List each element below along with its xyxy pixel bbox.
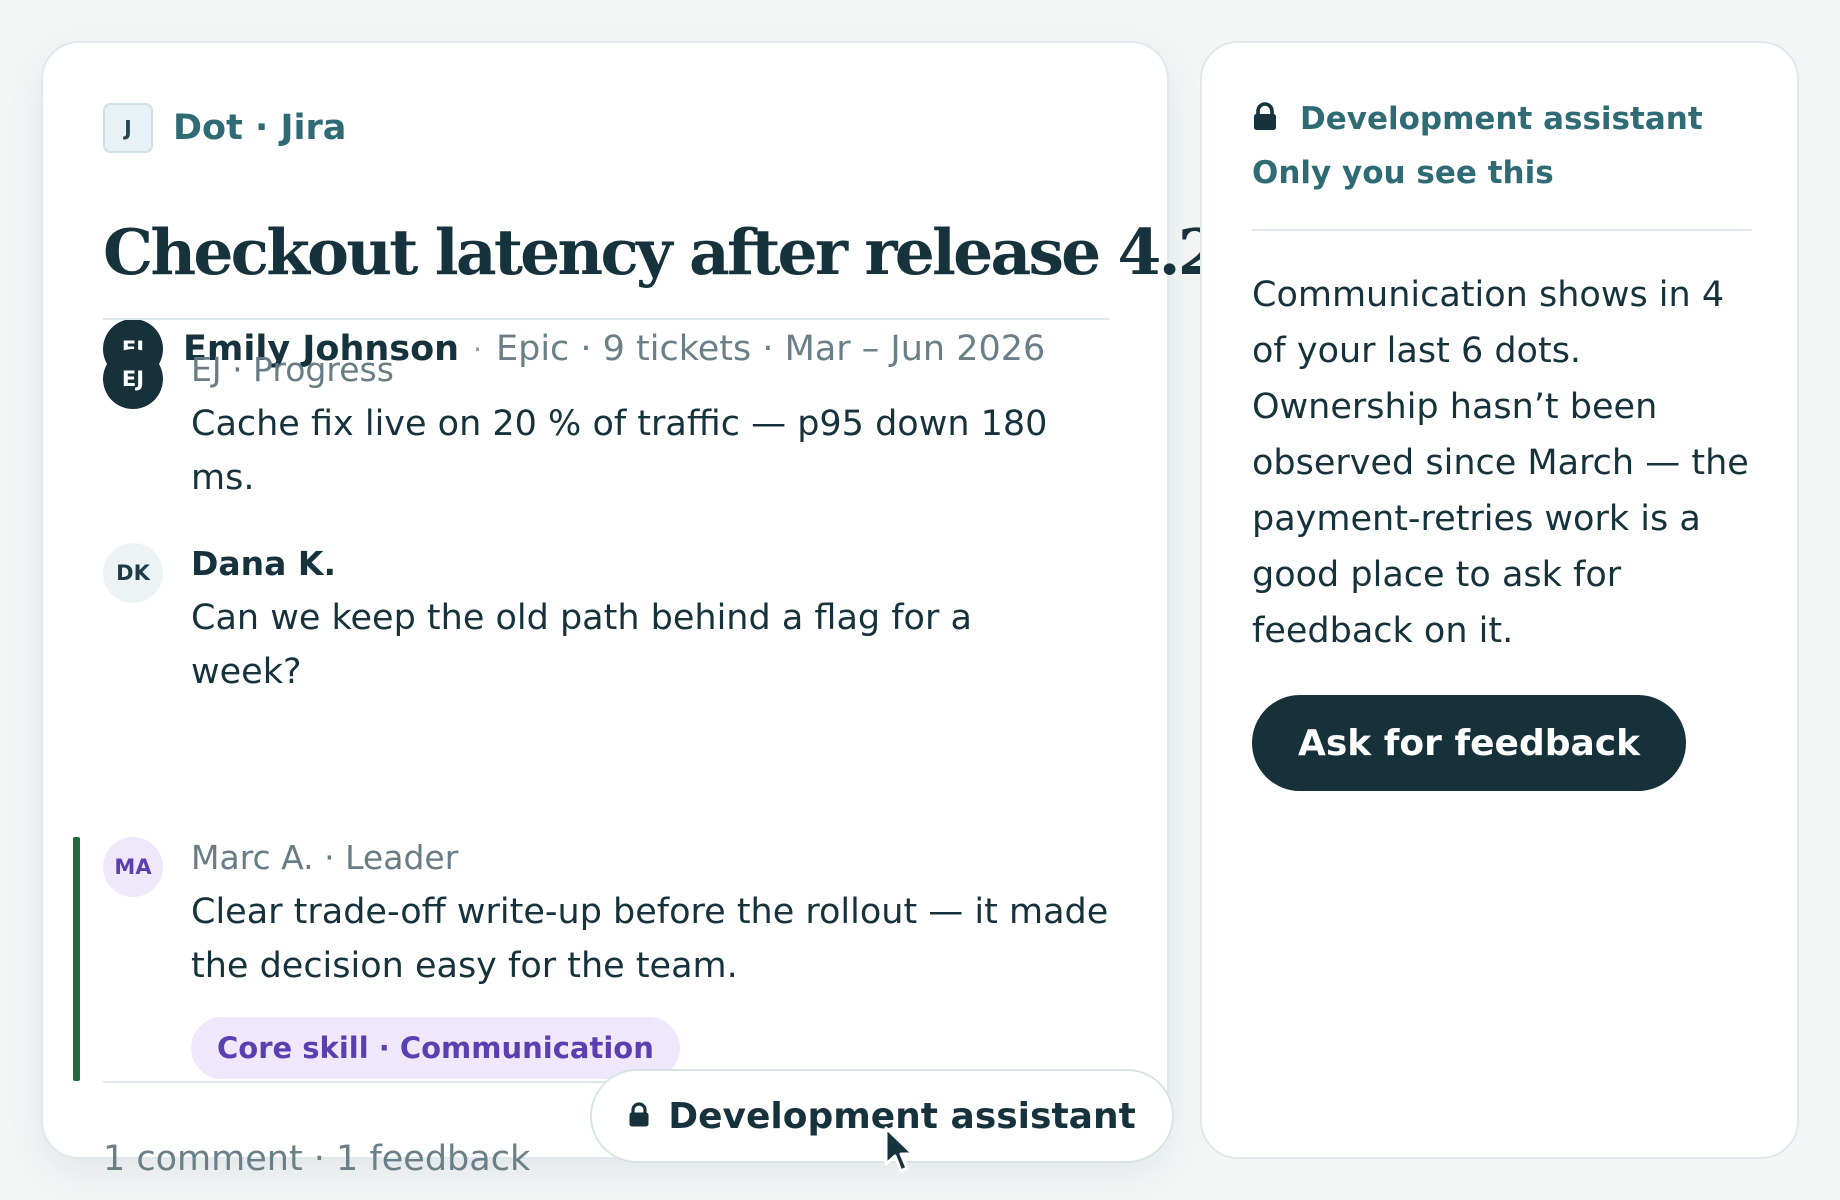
- comment-item: EJ EJ · Progress Cache fix live on 20 % …: [103, 349, 1051, 505]
- comment-header: Marc A. · Leader: [191, 838, 459, 877]
- comment-text: Clear trade-off write-up before the roll…: [191, 892, 1109, 986]
- jira-badge: J: [103, 103, 153, 153]
- comment-body: Dana K. Can we keep the old path behind …: [191, 543, 1051, 699]
- comment-item: DK Dana K. Can we keep the old path behi…: [103, 543, 1051, 699]
- leader-feedback-bar: [73, 837, 80, 1081]
- assistant-panel-title: Development assistant: [1300, 101, 1703, 137]
- comment-text: Can we keep the old path behind a flag f…: [191, 598, 972, 692]
- ask-for-feedback-button[interactable]: Ask for feedback: [1252, 695, 1687, 791]
- comment-header: Dana K.: [191, 544, 337, 583]
- panel-divider: [1252, 229, 1752, 231]
- comment-text: Cache fix live on 20 % of traffic — p95 …: [191, 404, 1048, 498]
- mouse-cursor-icon: [884, 1126, 918, 1180]
- comment-body: Marc A. · Leader Clear trade-off write-u…: [191, 837, 1111, 1079]
- source-label[interactable]: Dot · Jira: [173, 108, 346, 148]
- assistant-panel: Development assistant Only you see this …: [1200, 41, 1799, 1159]
- comment-header: EJ · Progress: [191, 350, 394, 389]
- header-divider: [103, 318, 1109, 320]
- page-title: Checkout latency after release 4.2: [103, 215, 1222, 289]
- development-assistant-button[interactable]: Development assistant: [590, 1069, 1174, 1163]
- lock-icon: [628, 1096, 650, 1137]
- commenter-avatar: MA: [103, 837, 163, 897]
- lock-icon: [1252, 102, 1278, 136]
- dot-card: J Dot · Jira Checkout latency after rele…: [41, 41, 1222, 1179]
- activity-count: 1 comment · 1 feedback: [103, 1139, 531, 1179]
- privacy-note: Only you see this: [1252, 155, 1554, 191]
- source-row: J Dot · Jira: [103, 103, 346, 153]
- assistant-insight: Communication shows in 4 of your last 6 …: [1252, 275, 1749, 651]
- skill-chip[interactable]: Core skill · Communication: [191, 1017, 680, 1079]
- assistant-panel-header: Development assistant: [1252, 101, 1703, 137]
- comment-body: EJ · Progress Cache fix live on 20 % of …: [191, 349, 1051, 505]
- commenter-avatar: DK: [103, 543, 163, 603]
- feedback-item: MA Marc A. · Leader Clear trade-off writ…: [103, 837, 1111, 1079]
- commenter-avatar: EJ: [103, 349, 163, 409]
